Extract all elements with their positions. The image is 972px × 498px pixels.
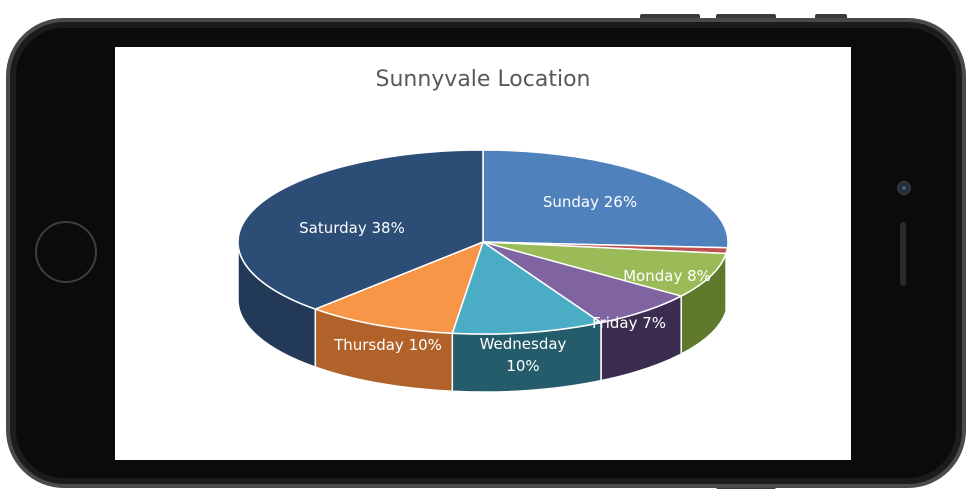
data-label: Thursday 10% [333,336,442,354]
data-label: Wednesday [480,335,567,353]
camera-lens [902,186,906,190]
pie-chart: Sunday 26% Monday 8% Friday 7% Wednesday 10%… [237,149,729,393]
phone-screen: Sunnyvale Location Sunday 26% Monday 8% Fr… [115,47,851,460]
data-label: Monday 8% [623,267,711,285]
data-label: Saturday 38% [299,219,405,237]
home-button[interactable] [35,221,97,283]
speaker-slot [900,222,906,286]
data-label: Sunday 26% [543,193,637,211]
data-label: Friday 7% [592,314,666,332]
phone-mockup: Sunnyvale Location Sunday 26% Monday 8% Fr… [0,0,972,498]
pie-tops [237,149,729,335]
data-label: 10% [506,357,539,375]
